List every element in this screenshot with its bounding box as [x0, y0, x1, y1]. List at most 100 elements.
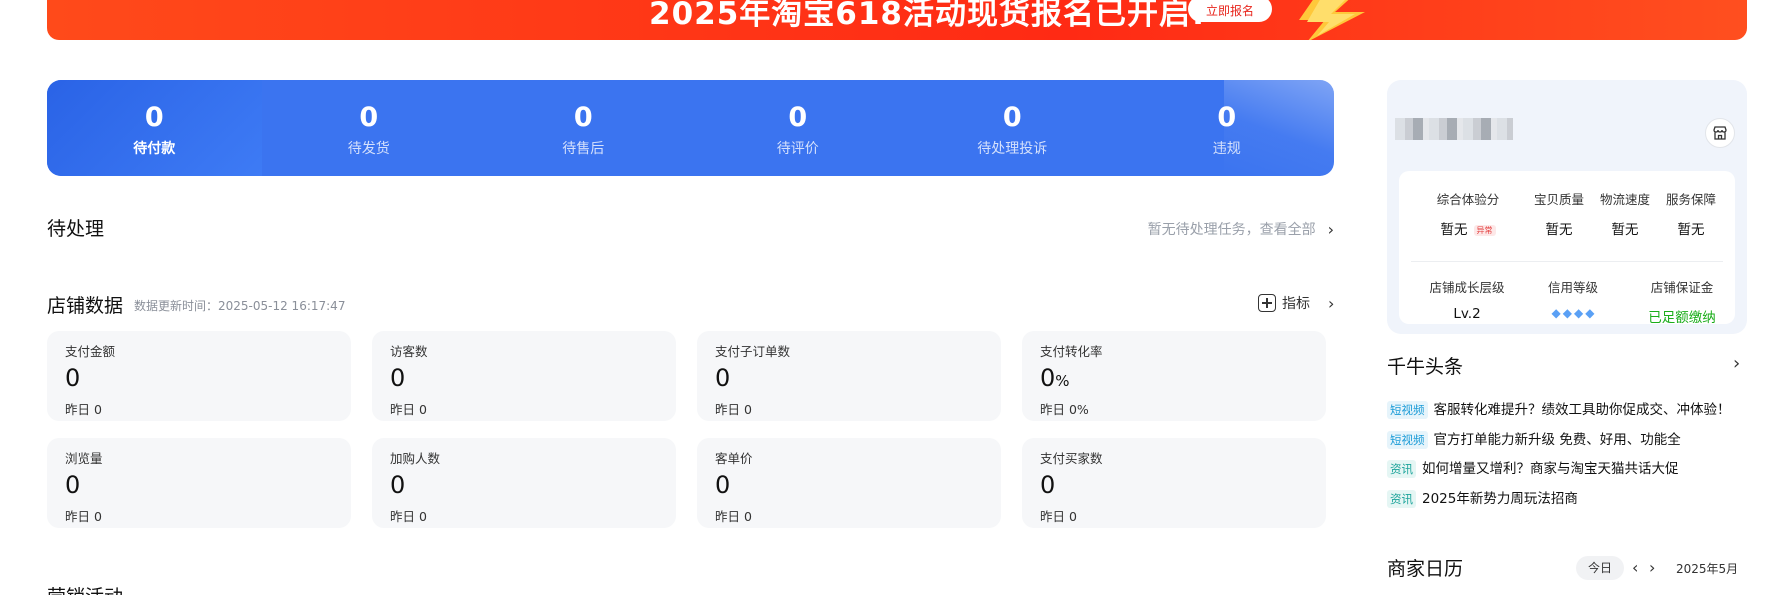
metric-label: 支付转化率: [1040, 344, 1103, 359]
metric-label: 支付买家数: [1040, 451, 1103, 466]
lightning-icon: [1299, 0, 1365, 40]
credit-level[interactable]: 信用等级 ◆ ◆ ◆ ◆: [1533, 277, 1613, 320]
metric-yesterday: 昨日 0: [65, 402, 102, 417]
metric-yesterday: 昨日 0: [65, 509, 102, 524]
order-count: 0: [1217, 102, 1237, 133]
metric-card-sub-orders[interactable]: 支付子订单数 0 昨日 0: [697, 331, 1001, 421]
score-value: 暂无: [1677, 222, 1705, 238]
metric-yesterday: 昨日 0: [715, 509, 752, 524]
store-icon-button[interactable]: [1705, 118, 1735, 148]
order-status-after-sale[interactable]: 0 待售后: [476, 80, 691, 176]
chevron-right-icon: ›: [1327, 219, 1334, 239]
metric-card-conversion-rate[interactable]: 支付转化率 0% 昨日 0%: [1022, 331, 1326, 421]
order-count: 0: [359, 102, 379, 133]
marketing-title: 营销活动: [47, 582, 123, 595]
news-tag: 短视频: [1387, 431, 1428, 449]
metrics-link-label: 指标: [1282, 296, 1310, 312]
diamond-icon: ◆: [1585, 306, 1595, 320]
news-text: 客服转化难提升？绩效工具助你促成交、冲体验！: [1433, 402, 1731, 418]
metric-yesterday: 昨日 0: [390, 402, 427, 417]
metric-yesterday: 昨日 0%: [1040, 402, 1089, 417]
news-text: 官方打单能力新升级 免费、好用、功能全: [1433, 432, 1681, 448]
banner-register-button[interactable]: 立即报名: [1188, 0, 1272, 22]
metrics-settings-link[interactable]: 指标 ›: [1258, 293, 1334, 313]
score-label: 综合体验分: [1436, 192, 1500, 207]
plus-square-icon: [1258, 294, 1276, 312]
news-item[interactable]: 短视频 客服转化难提升？绩效工具助你促成交、冲体验！: [1387, 398, 1731, 419]
metric-value: 0: [390, 364, 406, 392]
calendar-today-button[interactable]: 今日: [1576, 556, 1624, 580]
metric-card-avg-order-value[interactable]: 客单价 0 昨日 0: [697, 438, 1001, 528]
news-item[interactable]: 资讯 2025年新势力周玩法招商: [1387, 487, 1578, 508]
calendar-title: 商家日历: [1387, 558, 1464, 580]
metric-card-payment-amount[interactable]: 支付金额 0 昨日 0: [47, 331, 351, 421]
metric-card-visitors[interactable]: 访客数 0 昨日 0: [372, 331, 676, 421]
news-text: 2025年新势力周玩法招商: [1422, 491, 1578, 507]
score-overall-experience[interactable]: 综合体验分 暂无 异常: [1423, 189, 1513, 238]
metric-value: 0: [65, 364, 81, 392]
chevron-right-icon: ›: [1328, 293, 1335, 313]
view-all-pending-link[interactable]: 暂无待处理任务，查看全部 ›: [1148, 219, 1334, 239]
news-tag: 资讯: [1387, 490, 1416, 508]
shop-deposit[interactable]: 店铺保证金 已足额缴纳: [1639, 277, 1725, 326]
order-status-violations[interactable]: 0 违规: [1120, 80, 1335, 176]
abnormal-badge: 异常: [1473, 224, 1496, 236]
chevron-left-icon[interactable]: ‹: [1632, 556, 1638, 580]
data-update-time: 数据更新时间：2025-05-12 16:17:47: [134, 299, 346, 313]
level-label: 信用等级: [1547, 280, 1598, 295]
shop-growth-level[interactable]: 店铺成长层级 Lv.2: [1419, 277, 1515, 322]
order-status-pending-shipment[interactable]: 0 待发货: [262, 80, 477, 176]
metric-label: 访客数: [390, 344, 428, 359]
metric-card-paying-buyers[interactable]: 支付买家数 0 昨日 0: [1022, 438, 1326, 528]
chevron-right-icon[interactable]: ›: [1649, 556, 1655, 580]
score-value: 暂无: [1545, 222, 1573, 238]
metric-label: 支付子订单数: [715, 344, 791, 359]
diamond-icon: ◆: [1574, 306, 1584, 320]
order-status-complaints[interactable]: 0 待处理投诉: [905, 80, 1120, 176]
score-item-quality[interactable]: 宝贝质量 暂无: [1529, 189, 1589, 238]
news-title: 千牛头条: [1387, 356, 1464, 378]
shop-score-box: 综合体验分 暂无 异常 宝贝质量 暂无 物流速度 暂无 服务保障 暂无 店铺成长层…: [1399, 171, 1735, 326]
score-label: 物流速度: [1599, 192, 1650, 207]
score-label: 宝贝质量: [1533, 192, 1584, 207]
order-label: 待发货: [347, 141, 390, 157]
order-label: 违规: [1212, 141, 1241, 157]
order-status-pending-review[interactable]: 0 待评价: [691, 80, 906, 176]
order-label: 待评价: [776, 141, 819, 157]
order-label: 待付款: [133, 141, 176, 157]
order-count: 0: [144, 102, 164, 133]
metric-card-add-to-cart[interactable]: 加购人数 0 昨日 0: [372, 438, 676, 528]
diamond-icon: ◆: [1551, 306, 1561, 320]
metric-label: 浏览量: [65, 451, 103, 466]
news-item[interactable]: 资讯 如何增量又增利？商家与淘宝天猫共话大促: [1387, 457, 1679, 478]
metric-label: 客单价: [715, 451, 753, 466]
credit-diamonds: ◆ ◆ ◆ ◆: [1533, 306, 1613, 320]
order-status-strip: 0 待付款 0 待发货 0 待售后 0 待评价 0 待处理投诉 0 违规: [47, 80, 1334, 176]
promo-banner[interactable]: 2025年淘宝618活动现货报名已开启! 立即报名: [47, 0, 1747, 40]
banner-title: 2025年淘宝618活动现货报名已开启!: [649, 0, 1207, 32]
score-logistics-speed[interactable]: 物流速度 暂无: [1595, 189, 1655, 238]
divider: [1411, 261, 1723, 262]
diamond-icon: ◆: [1562, 306, 1572, 320]
metric-card-page-views[interactable]: 浏览量 0 昨日 0: [47, 438, 351, 528]
metric-value: 0: [65, 471, 81, 499]
metric-yesterday: 昨日 0: [1040, 509, 1077, 524]
chevron-right-icon[interactable]: ›: [1733, 353, 1740, 374]
metric-value: 0: [715, 471, 731, 499]
metric-yesterday: 昨日 0: [715, 402, 752, 417]
shop-info-panel: 综合体验分 暂无 异常 宝贝质量 暂无 物流速度 暂无 服务保障 暂无 店铺成长层…: [1387, 80, 1747, 334]
score-value: 暂无: [1611, 222, 1639, 238]
store-icon: [1713, 126, 1727, 140]
pending-title: 待处理: [47, 218, 105, 240]
news-text: 如何增量又增利？商家与淘宝天猫共话大促: [1422, 461, 1679, 477]
news-tag: 短视频: [1387, 401, 1428, 419]
order-count: 0: [1002, 102, 1022, 133]
shop-data-title: 店铺数据: [47, 295, 124, 317]
order-status-pending-payment[interactable]: 0 待付款: [47, 80, 262, 176]
metric-label: 加购人数: [390, 451, 441, 466]
news-item[interactable]: 短视频 官方打单能力新升级 免费、好用、功能全: [1387, 428, 1681, 449]
order-label: 待售后: [562, 141, 605, 157]
metric-value: 0: [715, 364, 731, 392]
score-service-guarantee[interactable]: 服务保障 暂无: [1661, 189, 1721, 238]
pending-link-text: 暂无待处理任务，查看全部: [1147, 222, 1316, 238]
